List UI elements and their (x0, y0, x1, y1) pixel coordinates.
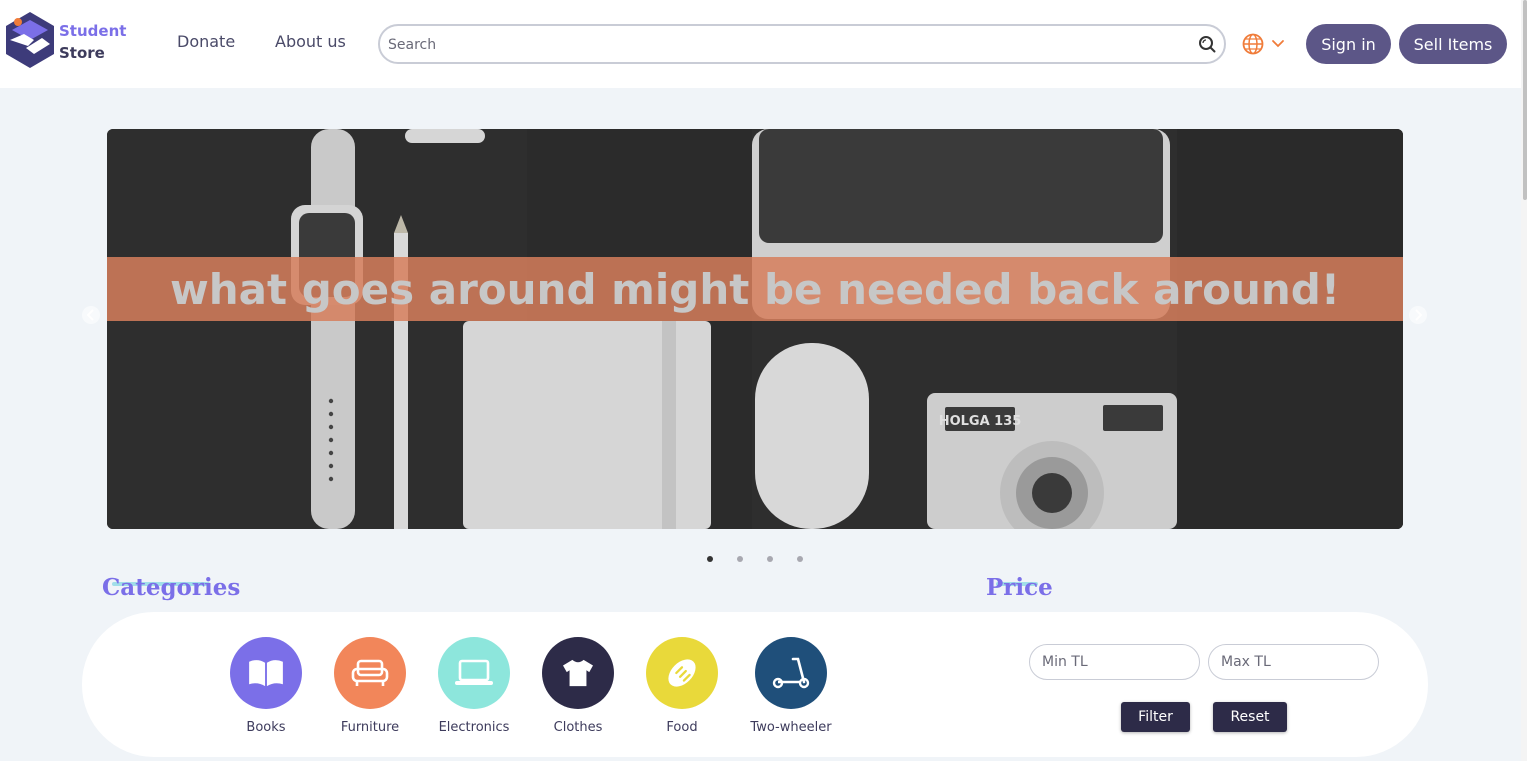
category-circle (542, 637, 614, 709)
scrollbar[interactable] (1521, 0, 1527, 761)
category-circle (334, 637, 406, 709)
carousel-dot[interactable] (767, 556, 773, 562)
logo-text: Student Store (59, 20, 126, 64)
category-label: Two-wheeler (750, 720, 832, 735)
price-title: Price (986, 574, 1053, 601)
min-price-input[interactable] (1029, 644, 1200, 680)
category-label: Books (246, 720, 286, 735)
carousel-dot[interactable] (707, 556, 713, 562)
bread-icon (668, 659, 696, 687)
scrollbar-thumb[interactable] (1523, 0, 1527, 200)
category-circle (438, 637, 510, 709)
book-icon (249, 660, 283, 687)
search-bar (378, 24, 1226, 64)
carousel-dot[interactable] (797, 556, 803, 562)
reset-button[interactable]: Reset (1213, 702, 1287, 732)
category-books[interactable]: Books (214, 637, 318, 735)
category-furniture[interactable]: Furniture (318, 637, 422, 735)
carousel-next-icon[interactable] (1408, 305, 1428, 325)
hero-carousel: HOLGA 135 what goes around might be need… (107, 129, 1403, 529)
slogan-banner: what goes around might be needed back ar… (107, 257, 1403, 321)
sign-in-button[interactable]: Sign in (1306, 24, 1391, 64)
logo-line2: Store (59, 44, 105, 62)
search-input[interactable] (388, 34, 1188, 56)
nav-donate-link[interactable]: Donate (177, 32, 235, 51)
tshirt-icon (563, 659, 593, 687)
scooter-icon (772, 657, 810, 689)
category-label: Food (666, 720, 698, 735)
sell-items-button[interactable]: Sell Items (1399, 24, 1507, 64)
header: Student Store Donate About us Sign in Se… (0, 0, 1527, 88)
hero-image: HOLGA 135 (107, 129, 1403, 529)
globe-icon (1242, 33, 1264, 55)
laptop-icon (455, 659, 493, 685)
category-circle (230, 637, 302, 709)
camera-label: HOLGA 135 (939, 414, 1022, 429)
carousel-indicators (700, 553, 820, 565)
language-selector[interactable] (1242, 33, 1286, 55)
category-circle (646, 637, 718, 709)
sofa-icon (351, 659, 389, 686)
carousel-dot[interactable] (737, 556, 743, 562)
category-electronics[interactable]: Electronics (422, 637, 526, 735)
nav-about-link[interactable]: About us (275, 32, 346, 51)
category-label: Furniture (340, 720, 400, 735)
search-icon[interactable] (1198, 35, 1216, 53)
max-price-input[interactable] (1208, 644, 1379, 680)
carousel-prev-icon[interactable] (81, 305, 101, 325)
category-circle (755, 637, 827, 709)
logo-line1: Student (59, 22, 127, 40)
category-clothes[interactable]: Clothes (526, 637, 630, 735)
category-label: Electronics (438, 720, 510, 735)
slogan-text: what goes around might be needed back ar… (169, 264, 1341, 314)
categories-title: Categories (102, 574, 241, 601)
logo[interactable]: Student Store (4, 10, 134, 70)
chevron-down-icon (1272, 40, 1284, 48)
category-label: Clothes (553, 720, 603, 735)
category-two-wheeler[interactable]: Two-wheeler (739, 637, 843, 735)
logo-mark-icon (6, 12, 54, 68)
category-food[interactable]: Food (630, 637, 734, 735)
filter-button[interactable]: Filter (1121, 702, 1190, 732)
